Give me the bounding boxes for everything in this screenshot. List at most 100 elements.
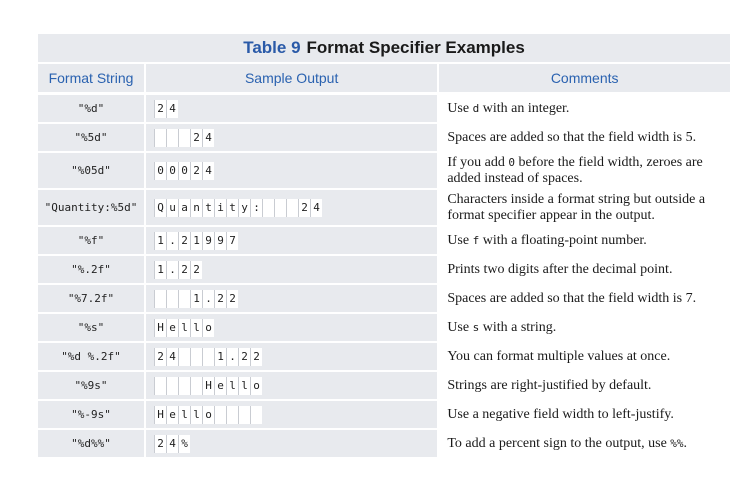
output-char: Q — [154, 198, 166, 217]
table-title: Table 9 Format Specifier Examples — [38, 34, 730, 64]
comment-text: with a string. — [479, 319, 557, 335]
output-char: 2 — [190, 161, 202, 180]
output-char — [178, 347, 190, 366]
output-char — [190, 347, 202, 366]
output-char: l — [226, 376, 238, 395]
output-char: t — [226, 198, 238, 217]
output-char — [154, 128, 166, 147]
output-char: u — [166, 198, 178, 217]
table-row: "%9s" He l l o Strings are right-justified b… — [38, 372, 730, 401]
comment-code: 0 — [508, 155, 515, 169]
output-char: 2 — [214, 289, 226, 308]
output-char: 2 — [178, 231, 190, 250]
table-title-number: Table 9 — [243, 38, 301, 57]
output-char: . — [166, 231, 178, 250]
output-character-boxes: 1.22 — [154, 289, 437, 308]
table-row: "%d" 2 4 Use d with an integer. — [38, 95, 730, 124]
comment-text: Spaces are added so that the field width… — [447, 129, 697, 145]
output-character-boxes: Hello — [154, 376, 437, 395]
comment-cell: Prints two digits after the decimal poin… — [437, 256, 730, 285]
comment-cell: Strings are right-justified by default. — [437, 372, 730, 401]
comment-cell: Use s with a string. — [437, 314, 730, 343]
comment-text: Prints two digits after the decimal poin… — [447, 261, 673, 277]
comment-text: with a floating-point number. — [479, 232, 647, 248]
comment-cell: Characters inside a format string but ou… — [437, 190, 730, 227]
sample-output-cell: Hello — [144, 401, 438, 430]
sample-output-cell: 00024 — [144, 153, 438, 190]
format-string-cell: "%.2f" — [38, 256, 144, 285]
comment-cell: Spaces are added so that the field width… — [437, 285, 730, 314]
comment-cell: Spaces are added so that the field width… — [437, 124, 730, 153]
output-char: l — [190, 318, 202, 337]
table-row: "%.2f" 1. 2 2 Prints two digits after the de… — [38, 256, 730, 285]
header-sample-output: Sample Output — [144, 64, 438, 95]
output-char: 2 — [154, 434, 166, 453]
output-char: 0 — [166, 161, 178, 180]
table-title-text: Format Specifier Examples — [306, 38, 525, 57]
output-char — [238, 405, 250, 424]
comment-cell: You can format multiple values at once. — [437, 343, 730, 372]
output-char: 0 — [178, 161, 190, 180]
output-char: H — [154, 405, 166, 424]
format-string-cell: "%s" — [38, 314, 144, 343]
output-char: 9 — [214, 231, 226, 250]
output-character-boxes: 1.22 — [154, 260, 437, 279]
output-character-boxes: 24 1.22 — [154, 347, 437, 366]
output-char — [178, 376, 190, 395]
output-char — [166, 376, 178, 395]
format-string-cell: "%05d" — [38, 153, 144, 190]
output-char: 4 — [166, 99, 178, 118]
output-char: e — [214, 376, 226, 395]
output-char — [262, 198, 274, 217]
format-specifier-table: Table 9 Format Specifier Examples Format … — [38, 34, 730, 459]
output-char — [202, 347, 214, 366]
output-char: o — [202, 405, 214, 424]
comment-text: If you add — [447, 154, 509, 170]
output-char: l — [190, 405, 202, 424]
output-char: H — [154, 318, 166, 337]
sample-output-cell: 1.21997 — [144, 227, 438, 256]
format-string-cell: "%d %.2f" — [38, 343, 144, 372]
output-char: 2 — [298, 198, 310, 217]
output-char — [190, 376, 202, 395]
table-row: "%s" He l l o Use s with a string. — [38, 314, 730, 343]
output-char: i — [214, 198, 226, 217]
output-char: a — [178, 198, 190, 217]
comment-text: Strings are right-justified by default. — [447, 377, 652, 393]
output-char: 4 — [310, 198, 322, 217]
output-char: 0 — [154, 161, 166, 180]
output-char: . — [166, 260, 178, 279]
format-string-cell: "%5d" — [38, 124, 144, 153]
table-row: "%-9s" He l l o Use a negative field width t… — [38, 401, 730, 430]
output-char — [154, 376, 166, 395]
comment-cell: Use a negative field width to left-justi… — [437, 401, 730, 430]
output-char — [166, 289, 178, 308]
format-string-cell: "%-9s" — [38, 401, 144, 430]
output-char — [286, 198, 298, 217]
sample-output-cell: 2 4% — [144, 430, 438, 459]
output-char: o — [202, 318, 214, 337]
output-char: 2 — [238, 347, 250, 366]
output-char: 1 — [190, 231, 202, 250]
output-char: e — [166, 318, 178, 337]
output-character-boxes: Quantity: 24 — [154, 198, 437, 217]
output-char: 9 — [202, 231, 214, 250]
output-char: : — [250, 198, 262, 217]
table-row: "%7.2f" 1. 2 2 Spaces are added so that the… — [38, 285, 730, 314]
output-char: y — [238, 198, 250, 217]
sample-output-cell: Quantity: 24 — [144, 190, 438, 227]
output-char: n — [190, 198, 202, 217]
output-char: 2 — [190, 260, 202, 279]
output-char: l — [178, 405, 190, 424]
output-character-boxes: Hello — [154, 405, 437, 424]
output-char — [226, 405, 238, 424]
table-row: "Quantity:%5d" Qu a n t i t y: 2 4 Characters ins… — [38, 190, 730, 227]
output-char — [274, 198, 286, 217]
output-char: 4 — [202, 128, 214, 147]
comment-text: Characters inside a format string but ou… — [447, 191, 706, 223]
output-char: 4 — [166, 434, 178, 453]
sample-output-cell: 1.22 — [144, 256, 438, 285]
sample-output-cell: 24 — [144, 124, 438, 153]
output-char: l — [178, 318, 190, 337]
output-char: e — [166, 405, 178, 424]
